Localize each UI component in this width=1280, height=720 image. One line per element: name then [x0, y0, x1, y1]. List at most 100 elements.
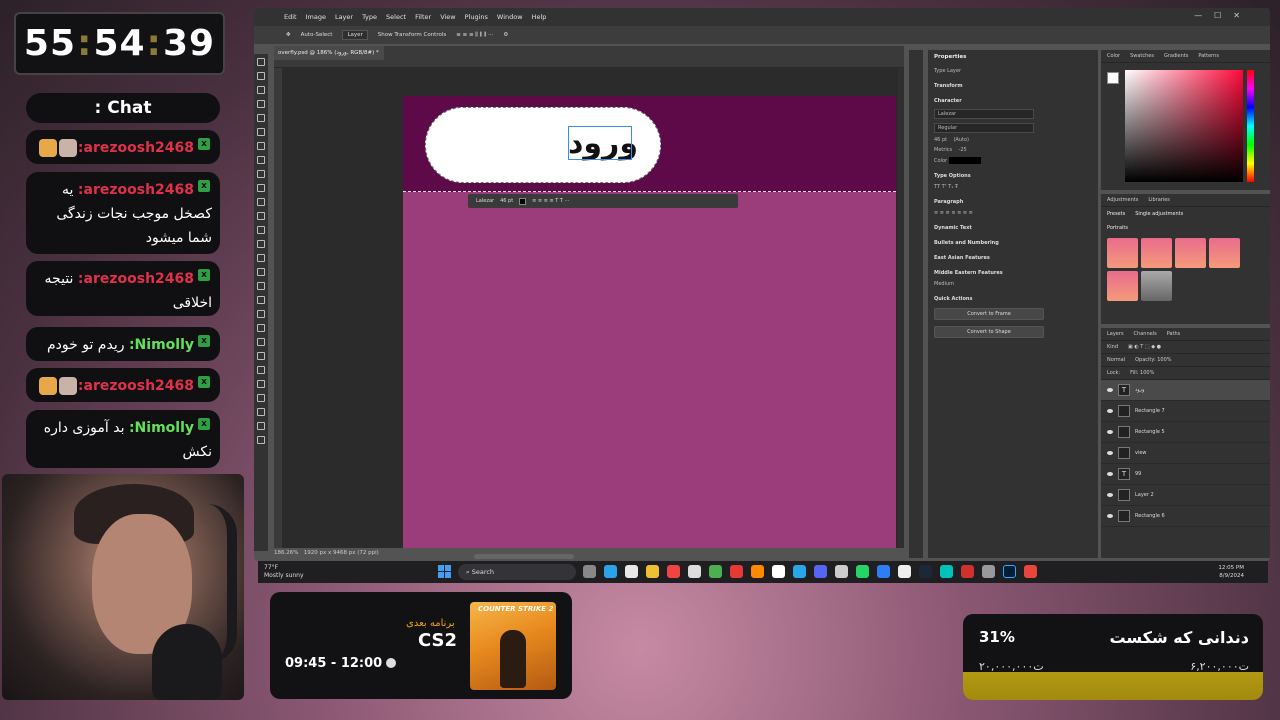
color-tab-1[interactable]: Swatches [1130, 53, 1154, 59]
portraits-label[interactable]: Portraits [1107, 225, 1128, 231]
color-tab-3[interactable]: Patterns [1198, 53, 1219, 59]
ctx-font[interactable]: Lalezar [476, 198, 494, 204]
minimize-icon[interactable]: — [1194, 11, 1202, 20]
color-picker-field[interactable] [1125, 70, 1243, 182]
character-section[interactable]: Character [934, 98, 1092, 104]
menu-item-8[interactable]: Window [497, 13, 523, 21]
chat-username[interactable]: arezoosh2468: [78, 182, 194, 198]
visibility-eye-icon[interactable] [1107, 493, 1113, 497]
menu-item-0[interactable]: Edit [284, 13, 297, 21]
bullets-section[interactable]: Bullets and Numbering [934, 240, 1092, 246]
layers-tab-0[interactable]: Layers [1107, 331, 1124, 337]
align-icons[interactable]: ≡ ≡ ≡ ⫼ ⫼ ⫼ ··· [456, 32, 493, 39]
layer-name[interactable]: Rectangle 6 [1135, 513, 1165, 519]
menu-item-6[interactable]: View [440, 13, 455, 21]
blend-mode-select[interactable]: Normal [1107, 357, 1125, 363]
visibility-eye-icon[interactable] [1107, 451, 1113, 455]
taskbar-apps[interactable] [583, 565, 1037, 578]
text-selection-box[interactable] [568, 126, 632, 160]
auto-select-checkbox[interactable]: Auto-Select [301, 32, 333, 38]
east-asian-section[interactable]: East Asian Features [934, 255, 1092, 261]
font-size-field[interactable]: 46 pt [934, 137, 947, 143]
adjustments-tab-0[interactable]: Adjustments [1107, 197, 1138, 203]
ctx-color-swatch[interactable] [519, 197, 527, 205]
layer-name[interactable]: ورود [1135, 387, 1144, 393]
menu-item-7[interactable]: Plugins [465, 13, 488, 21]
opacity-field[interactable]: Opacity: 100% [1135, 357, 1171, 363]
adjustments-tab-1[interactable]: Libraries [1148, 197, 1170, 203]
horizontal-scrollbar[interactable] [474, 554, 574, 559]
layers-tab-2[interactable]: Paths [1167, 331, 1181, 337]
transform-controls-checkbox[interactable]: Show Transform Controls [378, 32, 446, 38]
leading-field[interactable]: (Auto) [953, 137, 969, 143]
layer-name[interactable]: 99 [1135, 471, 1141, 477]
hue-slider[interactable] [1247, 70, 1254, 182]
photoshop-window[interactable]: Edit Image Layer Type Select Filter View Plugin… [254, 8, 1270, 561]
canvas-area[interactable]: ورود [282, 68, 898, 548]
layer-row[interactable]: T ورود [1101, 380, 1270, 401]
dynamic-text-section[interactable]: Dynamic Text [934, 225, 1092, 231]
layers-panel[interactable]: Layers Channels Paths Kind ▣ ◐ T ⬚ ◆ ● Norm… [1101, 328, 1270, 558]
layer-name[interactable]: Rectangle 7 [1135, 408, 1165, 414]
maximize-icon[interactable]: ☐ [1214, 11, 1221, 20]
layer-select[interactable]: Layer [342, 30, 368, 40]
text-color-swatch[interactable] [948, 157, 981, 164]
color-panel[interactable]: Color Swatches Gradients Patterns [1101, 50, 1270, 190]
tracking-field[interactable]: -25 [959, 147, 967, 153]
layer-row[interactable]: Rectangle 7 [1101, 401, 1270, 422]
adjustments-subtab-0[interactable]: Presets [1107, 211, 1125, 217]
menu-item-3[interactable]: Type [362, 13, 377, 21]
windows-taskbar[interactable]: 77°F Mostly sunny ⌕ Search 12:05 PM 8/9/20… [258, 561, 1268, 583]
layer-row[interactable]: Layer 2 [1101, 485, 1270, 506]
transform-section[interactable]: Transform [934, 83, 1092, 89]
panel-dock[interactable] [909, 50, 923, 558]
visibility-eye-icon[interactable] [1107, 472, 1113, 476]
layer-row[interactable]: view [1101, 443, 1270, 464]
type-options-icons[interactable]: TT Tᵀ T₁ Ŧ [934, 184, 1092, 190]
settings-icon[interactable]: ⚙ [503, 32, 508, 38]
layer-kind-filter[interactable]: Kind [1107, 344, 1118, 350]
windows-start-icon[interactable] [438, 565, 451, 578]
visibility-eye-icon[interactable] [1107, 409, 1113, 413]
layers-tab-1[interactable]: Channels [1134, 331, 1157, 337]
close-icon[interactable]: ✕ [1233, 11, 1240, 20]
layer-name[interactable]: Layer 2 [1135, 492, 1154, 498]
properties-panel[interactable]: Properties Type Layer Transform Characte… [928, 50, 1098, 558]
portrait-presets[interactable] [1101, 235, 1270, 304]
tools-panel[interactable] [254, 54, 268, 551]
layer-name[interactable]: Rectangle 5 [1135, 429, 1165, 435]
font-style-select[interactable]: Regular [934, 123, 1034, 133]
menu-item-2[interactable]: Layer [335, 13, 353, 21]
font-family-select[interactable]: Lalezar [934, 109, 1034, 119]
fill-field[interactable]: Fill: 100% [1130, 370, 1154, 376]
taskbar-clock[interactable]: 12:05 PM 8/9/2024 [1218, 564, 1244, 580]
menu-item-9[interactable]: Help [532, 13, 547, 21]
menu-item-4[interactable]: Select [386, 13, 406, 21]
middle-eastern-section[interactable]: Middle Eastern Features [934, 270, 1092, 276]
visibility-eye-icon[interactable] [1107, 388, 1113, 392]
type-options-section[interactable]: Type Options [934, 173, 1092, 179]
color-tab-2[interactable]: Gradients [1164, 53, 1188, 59]
vertical-scrollbar[interactable] [898, 68, 904, 548]
layer-filter-icons[interactable]: ▣ ◐ T ⬚ ◆ ● [1128, 344, 1161, 350]
color-tab-0[interactable]: Color [1107, 53, 1120, 59]
chat-username[interactable]: arezoosh2468: [78, 140, 194, 156]
chat-username[interactable]: Nimolly: [129, 420, 194, 436]
foreground-color[interactable] [1107, 72, 1119, 84]
paragraph-section[interactable]: Paragraph [934, 199, 1092, 205]
layer-row[interactable]: T 99 [1101, 464, 1270, 485]
adjustments-subtab-1[interactable]: Single adjustments [1135, 211, 1183, 217]
menu-item-1[interactable]: Image [306, 13, 326, 21]
artboard[interactable]: ورود [403, 96, 896, 548]
chat-username[interactable]: arezoosh2468: [78, 378, 194, 394]
contextual-taskbar[interactable]: Lalezar 46 pt ≡ ≡ ≡ ≡ T T ··· [468, 194, 738, 208]
middle-eastern-value[interactable]: Medium [934, 281, 954, 287]
menu-item-5[interactable]: Filter [415, 13, 431, 21]
chat-username[interactable]: Nimolly: [129, 337, 194, 353]
taskbar-search[interactable]: ⌕ Search [458, 564, 576, 580]
layer-row[interactable]: Rectangle 6 [1101, 506, 1270, 527]
convert-to-frame-button[interactable]: Convert to Frame [934, 308, 1044, 320]
layer-row[interactable]: Rectangle 5 [1101, 422, 1270, 443]
paragraph-align-icons[interactable]: ≡ ≡ ≡ ≡ ≡ ≡ ≡ [934, 210, 1092, 216]
weather-widget[interactable]: 77°F Mostly sunny [264, 564, 304, 580]
